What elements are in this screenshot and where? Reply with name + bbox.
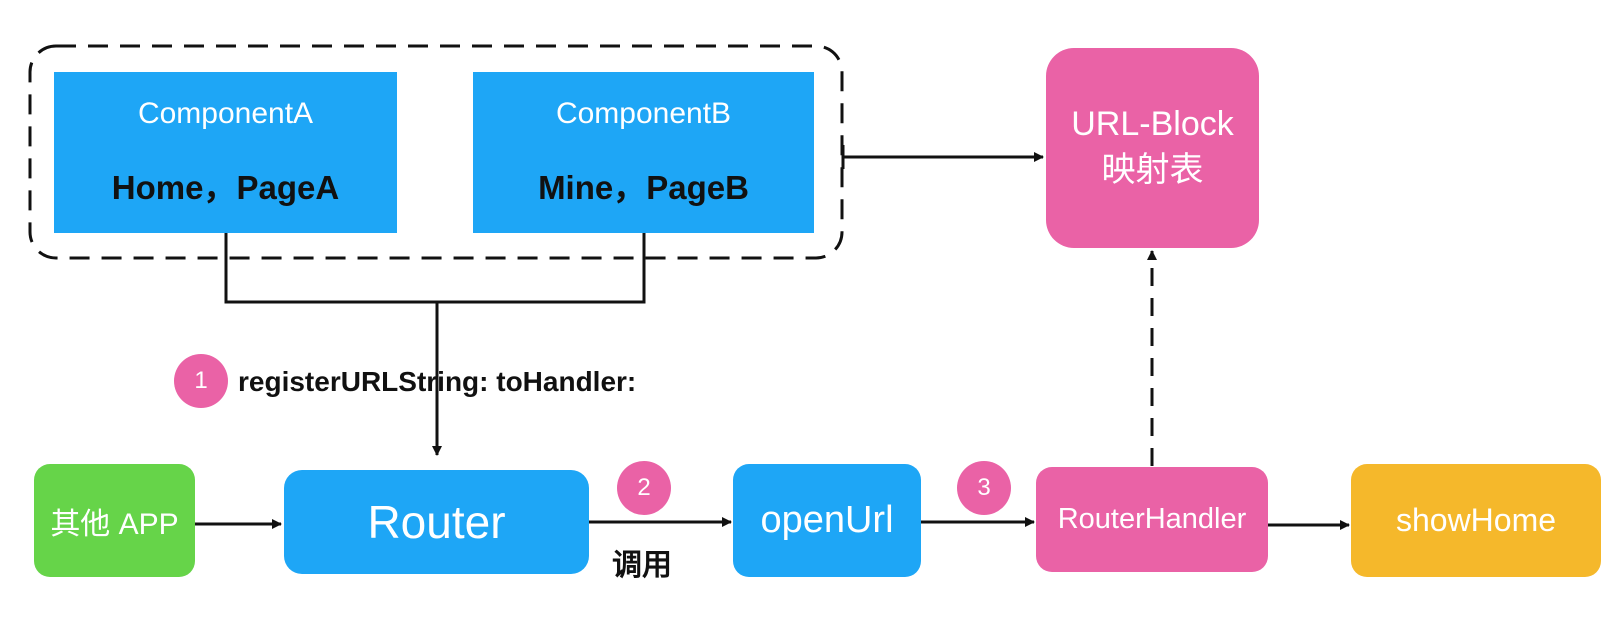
step-2-badge: 2 — [617, 461, 671, 515]
register-connector — [224, 233, 646, 455]
step-3-badge: 3 — [957, 461, 1011, 515]
router-handler-box[interactable]: RouterHandler — [1036, 467, 1268, 572]
open-url-label: openUrl — [760, 499, 894, 541]
component-a-pages: Home，PageA — [111, 168, 340, 206]
register-method-label: registerURLString: toHandler: — [238, 366, 637, 397]
show-home-label: showHome — [1395, 502, 1557, 538]
other-app-label: 其他 APP — [50, 507, 179, 541]
component-a-title: ComponentA — [137, 96, 314, 130]
open-url-box[interactable]: openUrl — [733, 464, 921, 577]
component-b-pages: Mine，PageB — [538, 168, 749, 206]
other-app-box[interactable]: 其他 APP — [34, 464, 195, 577]
url-block-box[interactable]: URL-Block 映射表 — [1046, 48, 1259, 248]
step-1-badge: 1 — [174, 354, 228, 408]
router-box[interactable]: Router — [284, 470, 589, 574]
component-a-box[interactable]: ComponentA Home，PageA — [54, 72, 397, 233]
router-label: Router — [367, 496, 506, 548]
url-block-subtitle: 映射表 — [1101, 151, 1204, 189]
component-b-box[interactable]: ComponentB Mine，PageB — [473, 72, 814, 233]
router-handler-label: RouterHandler — [1057, 503, 1247, 535]
url-block-title: URL-Block — [1071, 105, 1234, 144]
component-b-title: ComponentB — [555, 96, 732, 130]
show-home-box[interactable]: showHome — [1351, 464, 1601, 577]
call-label: 调用 — [612, 549, 672, 582]
